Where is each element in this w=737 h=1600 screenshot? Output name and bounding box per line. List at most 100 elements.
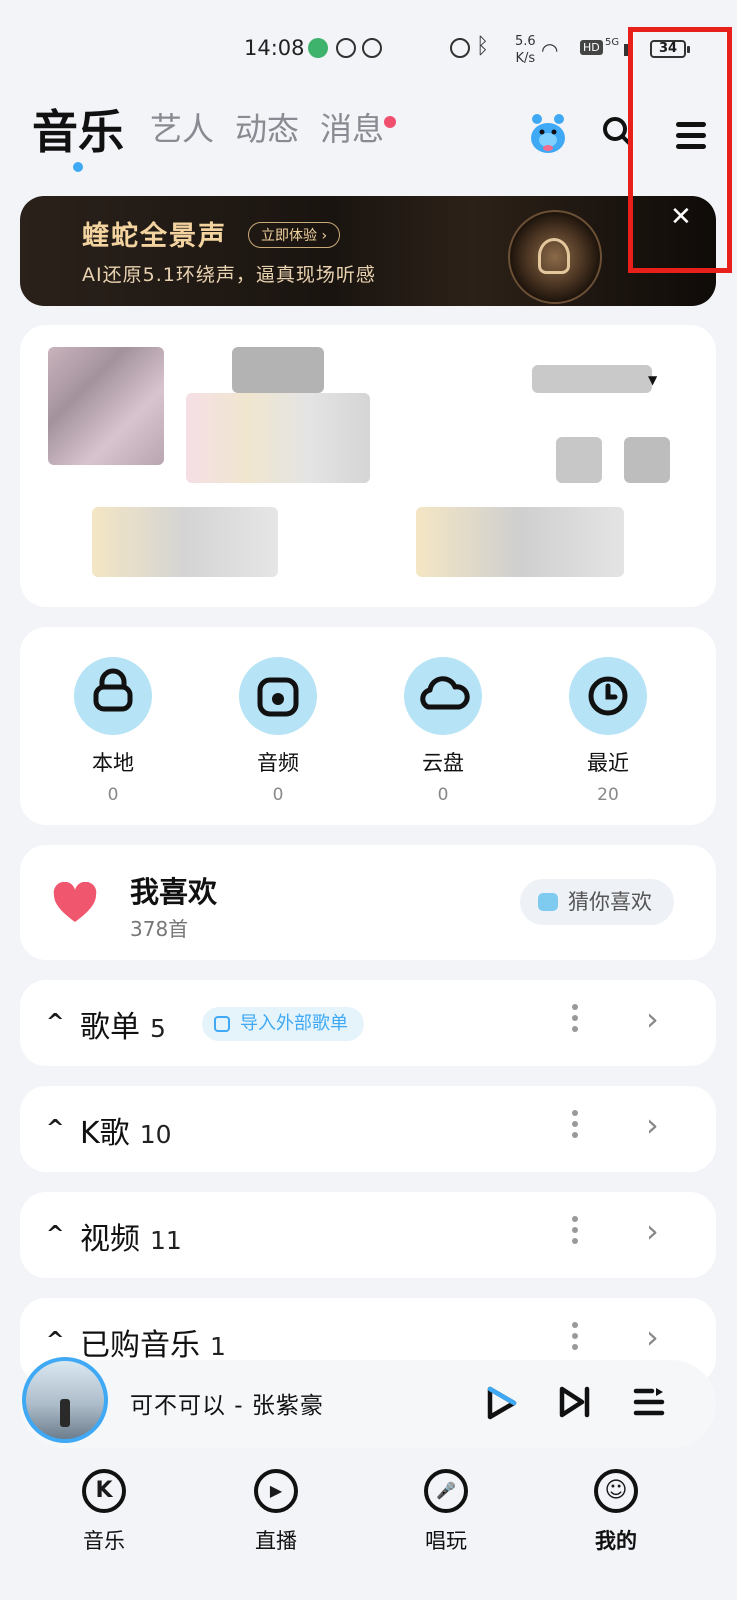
section-videos[interactable]: ^ 视频 11 › <box>20 1192 716 1278</box>
cloud-icon <box>404 657 482 735</box>
section-count: 5 <box>150 1014 166 1043</box>
chevron-right-icon[interactable]: › <box>646 1106 659 1144</box>
more-dots-icon[interactable] <box>572 1216 578 1249</box>
level-badge-blur[interactable] <box>532 365 652 393</box>
favorites-card[interactable]: 我喜欢 378首 猜你喜欢 <box>20 845 716 960</box>
profile-face-icon: ☺ <box>594 1469 638 1513</box>
nav-live-label: 直播 <box>255 1529 297 1553</box>
nav-music-label: 音乐 <box>83 1529 125 1553</box>
info-blur-right <box>416 507 624 577</box>
guess-you-like-button[interactable]: 猜你喜欢 <box>520 879 674 925</box>
tab-artists[interactable]: 艺人 <box>150 104 214 150</box>
chevron-right-icon[interactable]: › <box>646 1212 659 1250</box>
bluetooth-icon: ᛒ <box>476 34 490 59</box>
playlist-queue-icon[interactable] <box>632 1386 666 1418</box>
heart-icon <box>53 882 97 922</box>
notification-icon <box>336 38 356 58</box>
quick-cloud[interactable]: 云盘 0 <box>383 657 503 805</box>
tab-messages[interactable]: 消息 <box>320 104 384 150</box>
tab-moments[interactable]: 动态 <box>235 104 299 150</box>
now-playing-title[interactable]: 可不可以 - 张紫豪 <box>130 1386 324 1420</box>
nav-music[interactable]: K 音乐 <box>54 1469 154 1555</box>
stat-blur-1 <box>556 437 602 483</box>
collapse-caret-icon[interactable]: ^ <box>46 1010 64 1035</box>
section-label: K歌 10 <box>80 1108 172 1152</box>
promo-banner[interactable]: 蝰蛇全景声 立即体验 › AI还原5.1环绕声，逼真现场听感 ✕ <box>20 196 716 306</box>
notification-icon-2 <box>362 38 382 58</box>
quick-cloud-count: 0 <box>437 785 449 805</box>
section-title: 视频 <box>80 1222 140 1257</box>
speaker-disc-icon <box>508 210 602 304</box>
section-label: 歌单 5 <box>80 1002 166 1046</box>
favorites-title: 我喜欢 <box>130 875 218 909</box>
play-icon[interactable] <box>484 1385 518 1421</box>
network-type: 5G <box>605 37 620 48</box>
quick-cloud-label: 云盘 <box>422 751 464 775</box>
status-time: 14:08 <box>244 36 305 60</box>
banner-subtitle: AI还原5.1环绕声，逼真现场听感 <box>82 264 376 286</box>
nav-mine[interactable]: ☺ 我的 <box>566 1469 666 1555</box>
collapse-caret-icon[interactable]: ^ <box>46 1328 64 1353</box>
chevron-right-icon[interactable]: › <box>646 1000 659 1038</box>
section-label: 已购音乐 1 <box>80 1320 226 1364</box>
quick-local-count: 0 <box>107 785 119 805</box>
net-speed-unit: K/s <box>515 51 536 66</box>
username-blur <box>232 347 324 393</box>
more-dots-icon[interactable] <box>572 1322 578 1355</box>
quick-access-card: 本地 0 音频 0 云盘 0 最近 20 <box>20 627 716 825</box>
banner-try-button[interactable]: 立即体验 › <box>248 222 341 248</box>
microphone-icon: 🎤 <box>424 1469 468 1513</box>
hd-badge: HD <box>580 40 603 55</box>
clock-icon <box>569 657 647 735</box>
collapse-caret-icon[interactable]: ^ <box>46 1116 64 1141</box>
import-icon <box>214 1016 230 1032</box>
live-play-icon: ▶ <box>254 1469 298 1513</box>
kugou-k-icon: K <box>82 1469 126 1513</box>
guess-icon <box>538 893 558 911</box>
guess-label: 猜你喜欢 <box>568 890 652 914</box>
more-dots-icon[interactable] <box>572 1110 578 1143</box>
nav-mine-label: 我的 <box>595 1529 637 1553</box>
quick-recent[interactable]: 最近 20 <box>548 657 668 805</box>
highlight-box <box>628 27 732 273</box>
quick-audio[interactable]: 音频 0 <box>218 657 338 805</box>
profile-card[interactable]: ▼ <box>20 325 716 607</box>
wifi-icon: ◠ <box>541 38 559 62</box>
section-playlists[interactable]: ^ 歌单 5 导入外部歌单 › <box>20 980 716 1066</box>
tab-music[interactable]: 音乐 <box>32 96 124 162</box>
net-speed: 5.6 K/s <box>515 33 536 67</box>
banner-title: 蝰蛇全景声 <box>82 221 227 252</box>
collapse-caret-icon[interactable]: ^ <box>46 1222 64 1247</box>
nav-sing[interactable]: 🎤 唱玩 <box>396 1469 496 1555</box>
stat-blur-2 <box>624 437 670 483</box>
section-karaoke[interactable]: ^ K歌 10 › <box>20 1086 716 1172</box>
active-tab-indicator <box>73 162 83 172</box>
section-title: 歌单 <box>80 1010 140 1045</box>
section-title: 已购音乐 <box>80 1328 200 1363</box>
dropdown-caret-icon[interactable]: ▼ <box>648 373 657 387</box>
bottom-nav: K 音乐 ▶ 直播 🎤 唱玩 ☺ 我的 <box>0 1455 737 1600</box>
nav-live[interactable]: ▶ 直播 <box>226 1469 326 1555</box>
net-speed-value: 5.6 <box>515 34 536 49</box>
mascot-icon[interactable] <box>525 110 571 156</box>
mini-player[interactable] <box>20 1360 716 1448</box>
avatar[interactable] <box>48 347 164 465</box>
section-title: K歌 <box>80 1116 130 1151</box>
import-playlist-button[interactable]: 导入外部歌单 <box>202 1007 364 1041</box>
more-dots-icon[interactable] <box>572 1004 578 1037</box>
alarm-icon <box>450 38 470 58</box>
section-count: 1 <box>210 1332 226 1361</box>
favorites-count: 378首 <box>130 917 189 941</box>
info-blur-left <box>92 507 278 577</box>
nav-sing-label: 唱玩 <box>425 1529 467 1553</box>
chevron-right-icon[interactable]: › <box>646 1318 659 1356</box>
import-label: 导入外部歌单 <box>240 1013 348 1034</box>
vip-info-blur <box>186 393 370 483</box>
album-cover[interactable] <box>22 1357 108 1443</box>
quick-audio-count: 0 <box>272 785 284 805</box>
quick-local[interactable]: 本地 0 <box>53 657 173 805</box>
section-label: 视频 11 <box>80 1214 182 1258</box>
local-music-icon <box>74 657 152 735</box>
security-shield-icon <box>308 38 328 58</box>
next-track-icon[interactable] <box>558 1385 592 1419</box>
